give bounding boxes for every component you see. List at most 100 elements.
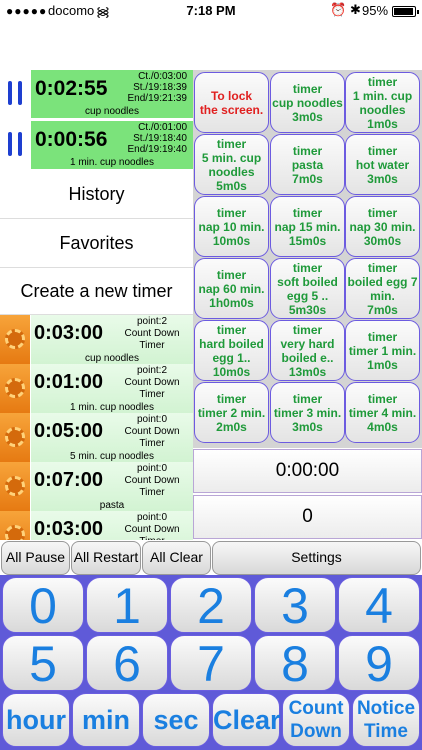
preset-duration: 7m0s <box>292 171 323 186</box>
battery-percent: 95% <box>362 3 389 18</box>
value-display: 0 <box>193 495 422 539</box>
digit-1-button[interactable]: 1 <box>86 577 168 634</box>
list-item[interactable]: 0:03:00 point:2 Count Down Timer cup noo… <box>0 315 193 364</box>
digit-5-button[interactable]: 5 <box>2 635 84 692</box>
preset-soft-boiled-egg[interactable]: timer soft boiled egg 5 .. 5m30s <box>270 258 345 319</box>
pause-icon <box>18 132 22 156</box>
preset-nap-10[interactable]: timer nap 10 min. 10m0s <box>194 196 269 257</box>
digit-2-button[interactable]: 2 <box>170 577 252 634</box>
preset-timer-1-min[interactable]: timer timer 1 min. 1m0s <box>345 320 420 381</box>
running-timer-body[interactable]: 0:02:55 Ct./0:03:00 St./19:18:39 End/19:… <box>31 70 193 118</box>
favorites-button[interactable]: Favorites <box>0 219 193 268</box>
saved-timer-body[interactable]: 0:03:00 point:2 Count Down Timer cup noo… <box>31 315 193 364</box>
notice-time-button[interactable]: Notice Time <box>352 693 420 747</box>
gear-icon[interactable] <box>0 511 30 540</box>
digit-4-button[interactable]: 4 <box>338 577 420 634</box>
saved-timer-body[interactable]: 0:07:00 point:0 Count Down Timer pasta <box>31 462 193 511</box>
count-down-label: Count <box>288 698 344 719</box>
all-restart-button[interactable]: All Restart <box>71 541 141 575</box>
lock-screen-button[interactable]: To lock the screen. <box>194 72 269 133</box>
preset-1-min-cup-noodles[interactable]: timer 1 min. cup noodles 1m0s <box>345 72 420 133</box>
preset-5-min-cup-noodles[interactable]: timer 5 min. cup noodles 5m0s <box>194 134 269 195</box>
pause-button[interactable] <box>0 121 30 169</box>
preset-duration: 30m0s <box>363 233 402 248</box>
timer-name: pasta <box>99 500 125 511</box>
preset-cup-noodles[interactable]: timer cup noodles 3m0s <box>270 72 345 133</box>
preset-duration: 4m0s <box>367 419 398 434</box>
min-button[interactable]: min <box>72 693 140 747</box>
list-item[interactable]: 0:01:00 point:2 Count Down Timer 1 min. … <box>0 364 193 413</box>
preset-timer-4-min[interactable]: timer timer 4 min. 4m0s <box>345 382 420 443</box>
keypad: 0 1 2 3 4 5 6 7 8 9 hour min sec Clear C… <box>0 575 422 750</box>
digit-8-button[interactable]: 8 <box>254 635 336 692</box>
notice-time-label: Time <box>363 721 408 742</box>
timer-name: 5 min. cup noodles <box>70 451 154 462</box>
preset-pasta[interactable]: timer pasta 7m0s <box>270 134 345 195</box>
preset-type: timer <box>292 81 323 96</box>
sec-button[interactable]: sec <box>142 693 210 747</box>
timer-name: cup noodles <box>85 353 139 364</box>
digit-0-button[interactable]: 0 <box>2 577 84 634</box>
preset-name: pasta <box>291 157 324 172</box>
list-item[interactable]: 0:03:00 point:0 Count Down Timer <box>0 511 193 540</box>
preset-boiled-egg[interactable]: timer boiled egg 7 min. 7m0s <box>345 258 420 319</box>
preset-duration: 7m0s <box>367 302 398 317</box>
preset-type: timer <box>216 136 247 151</box>
timer-kind: Timer <box>139 340 165 351</box>
preset-hard-boiled-egg[interactable]: timer hard boiled egg 1.. 10m0s <box>194 320 269 381</box>
preset-nap-30[interactable]: timer nap 30 min. 30m0s <box>345 196 420 257</box>
remaining-time: 0:00:56 <box>35 128 108 151</box>
preset-nap-15[interactable]: timer nap 15 min. 15m0s <box>270 196 345 257</box>
preset-nap-60[interactable]: timer nap 60 min. 1h0m0s <box>194 258 269 319</box>
preset-name: nap 10 min. <box>198 219 265 234</box>
preset-type: timer <box>216 391 247 406</box>
preset-type: timer <box>367 391 398 406</box>
saved-timer-body[interactable]: 0:03:00 point:0 Count Down Timer <box>31 511 193 540</box>
list-item[interactable]: 0:05:00 point:0 Count Down Timer 5 min. … <box>0 413 193 462</box>
end-time: End/19:19:40 <box>127 144 188 155</box>
digit-7-button[interactable]: 7 <box>170 635 252 692</box>
timer-meta: Ct./0:01:00 St./19:18:40 End/19:19:40 <box>128 122 188 155</box>
preset-duration: 3m0s <box>292 419 323 434</box>
preset-name: timer 1 min. <box>348 343 417 358</box>
settings-button[interactable]: Settings <box>212 541 421 575</box>
all-pause-button[interactable]: All Pause <box>1 541 70 575</box>
list-item[interactable]: 0:07:00 point:0 Count Down Timer pasta <box>0 462 193 511</box>
preset-type: timer <box>292 143 323 158</box>
preset-name: nap 15 min. <box>274 219 341 234</box>
running-timer[interactable]: 0:02:55 Ct./0:03:00 St./19:18:39 End/19:… <box>0 70 193 118</box>
preset-timer-3-min[interactable]: timer timer 3 min. 3m0s <box>270 382 345 443</box>
battery-icon <box>392 6 419 17</box>
count-down-button[interactable]: Count Down <box>282 693 350 747</box>
hour-button[interactable]: hour <box>2 693 70 747</box>
create-timer-button[interactable]: Create a new timer <box>0 268 193 315</box>
preset-timer-2-min[interactable]: timer timer 2 min. 2m0s <box>194 382 269 443</box>
timer-mode: Count Down <box>124 524 180 535</box>
history-button[interactable]: History <box>0 170 193 219</box>
preset-type: timer <box>367 260 398 275</box>
preset-hot-water[interactable]: timer hot water 3m0s <box>345 134 420 195</box>
digit-3-button[interactable]: 3 <box>254 577 336 634</box>
gear-icon[interactable] <box>0 462 30 511</box>
preset-very-hard-boiled-egg[interactable]: timer very hard boiled e.. 13m0s <box>270 320 345 381</box>
saved-timer-body[interactable]: 0:05:00 point:0 Count Down Timer 5 min. … <box>31 413 193 462</box>
running-timer-body[interactable]: 0:00:56 Ct./0:01:00 St./19:18:40 End/19:… <box>31 121 193 169</box>
timer-name: cup noodles <box>85 106 139 117</box>
gear-icon[interactable] <box>0 315 30 364</box>
gear-icon[interactable] <box>0 364 30 413</box>
clear-button[interactable]: Clear <box>212 693 281 747</box>
running-timer[interactable]: 0:00:56 Ct./0:01:00 St./19:18:40 End/19:… <box>0 121 193 169</box>
pause-button[interactable] <box>0 70 30 118</box>
preset-line: To lock <box>210 88 253 103</box>
timer-meta: point:2 Count Down Timer <box>117 365 187 401</box>
status-bar: ●●●●● docomo ᯼ 7:18 PM ⏰ ✱ 95% <box>0 0 422 22</box>
saved-timer-list[interactable]: 0:03:00 point:2 Count Down Timer cup noo… <box>0 315 193 540</box>
timer-meta: point:0 Count Down Timer <box>117 414 187 450</box>
timer-name: 1 min. cup noodles <box>70 402 154 413</box>
gear-icon[interactable] <box>0 413 30 462</box>
all-clear-button[interactable]: All Clear <box>142 541 211 575</box>
digit-6-button[interactable]: 6 <box>86 635 168 692</box>
preset-name: timer 2 min. <box>197 405 266 420</box>
saved-timer-body[interactable]: 0:01:00 point:2 Count Down Timer 1 min. … <box>31 364 193 413</box>
digit-9-button[interactable]: 9 <box>338 635 420 692</box>
